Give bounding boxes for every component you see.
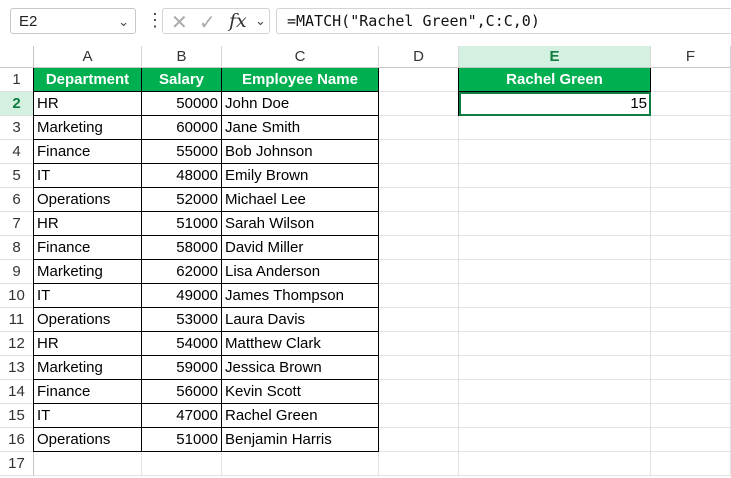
table-cell[interactable]: Jessica Brown	[222, 356, 379, 380]
table-cell[interactable]: 48000	[142, 164, 222, 188]
table-cell[interactable]: Finance	[34, 140, 142, 164]
table-header-cell[interactable]: Employee Name	[222, 68, 379, 92]
gridline-vertical	[458, 68, 459, 476]
function-icon[interactable]: fx	[229, 10, 247, 32]
table-cell[interactable]: 60000	[142, 116, 222, 140]
row-header-5[interactable]: 5	[0, 164, 34, 188]
row-header-7[interactable]: 7	[0, 212, 34, 236]
table-cell[interactable]: 52000	[142, 188, 222, 212]
table-cell[interactable]: 49000	[142, 284, 222, 308]
table-cell[interactable]: Marketing	[34, 260, 142, 284]
table-cell[interactable]: Finance	[34, 380, 142, 404]
table-cell[interactable]: Benjamin Harris	[222, 428, 379, 452]
table-cell[interactable]: John Doe	[222, 92, 379, 116]
enter-icon[interactable]: ✓	[199, 10, 216, 35]
formula-input[interactable]: =MATCH("Rachel Green",C:C,0)	[276, 8, 731, 34]
row-header-4[interactable]: 4	[0, 140, 34, 164]
table-cell[interactable]: David Miller	[222, 236, 379, 260]
table-cell[interactable]: Laura Davis	[222, 308, 379, 332]
column-header-b[interactable]: B	[142, 46, 222, 68]
cancel-icon[interactable]: ✕	[171, 10, 188, 35]
table-cell[interactable]: 55000	[142, 140, 222, 164]
chevron-down-icon[interactable]: ⌄	[255, 13, 266, 29]
table-cell[interactable]: IT	[34, 284, 142, 308]
gridline-horizontal	[34, 475, 731, 476]
row-header-3[interactable]: 3	[0, 116, 34, 140]
table-header-cell[interactable]: Salary	[142, 68, 222, 92]
table-cell[interactable]: James Thompson	[222, 284, 379, 308]
row-header-10[interactable]: 10	[0, 284, 34, 308]
table-cell[interactable]: Operations	[34, 308, 142, 332]
table-cell[interactable]: IT	[34, 164, 142, 188]
formula-buttons: ✕ ✓ fx ⌄	[162, 8, 270, 34]
table-cell[interactable]: Matthew Clark	[222, 332, 379, 356]
table-cell[interactable]: 53000	[142, 308, 222, 332]
table-cell[interactable]: HR	[34, 332, 142, 356]
name-box[interactable]: E2 ⌄	[10, 8, 136, 34]
table-cell[interactable]: Sarah Wilson	[222, 212, 379, 236]
table-cell[interactable]: Emily Brown	[222, 164, 379, 188]
column-header-d[interactable]: D	[379, 46, 459, 68]
column-header-f[interactable]: F	[651, 46, 731, 68]
table-cell[interactable]: Operations	[34, 428, 142, 452]
formula-text[interactable]: =MATCH("Rachel Green",C:C,0)	[287, 12, 540, 30]
table-cell[interactable]: Kevin Scott	[222, 380, 379, 404]
table-cell[interactable]: IT	[34, 404, 142, 428]
table-cell[interactable]: Finance	[34, 236, 142, 260]
table-cell[interactable]: Lisa Anderson	[222, 260, 379, 284]
table-header-cell[interactable]: Department	[34, 68, 142, 92]
column-header-c[interactable]: C	[222, 46, 379, 68]
row-header-8[interactable]: 8	[0, 236, 34, 260]
table-cell[interactable]: 62000	[142, 260, 222, 284]
gridline-vertical	[650, 68, 651, 476]
chevron-down-icon[interactable]: ⌄	[118, 14, 129, 30]
table-cell[interactable]: HR	[34, 212, 142, 236]
select-all-corner[interactable]	[0, 46, 34, 68]
column-header-a[interactable]: A	[34, 46, 142, 68]
row-header-13[interactable]: 13	[0, 356, 34, 380]
table-cell[interactable]: 59000	[142, 356, 222, 380]
row-header-9[interactable]: 9	[0, 260, 34, 284]
row-header-1[interactable]: 1	[0, 68, 34, 92]
table-cell[interactable]: 51000	[142, 212, 222, 236]
row-header-2[interactable]: 2	[0, 92, 34, 116]
table-cell[interactable]: Marketing	[34, 116, 142, 140]
table-cell[interactable]: 54000	[142, 332, 222, 356]
table-cell[interactable]: Michael Lee	[222, 188, 379, 212]
row-header-16[interactable]: 16	[0, 428, 34, 452]
table-cell[interactable]: Bob Johnson	[222, 140, 379, 164]
table-cell[interactable]: 50000	[142, 92, 222, 116]
row-header-17[interactable]: 17	[0, 452, 34, 476]
lookup-result-cell[interactable]: 15	[459, 92, 651, 116]
row-header-14[interactable]: 14	[0, 380, 34, 404]
table-cell[interactable]: 47000	[142, 404, 222, 428]
column-header-e[interactable]: E	[459, 46, 651, 68]
name-box-value[interactable]: E2	[19, 13, 37, 30]
table-cell[interactable]: Rachel Green	[222, 404, 379, 428]
row-header-15[interactable]: 15	[0, 404, 34, 428]
lookup-header-cell[interactable]: Rachel Green	[459, 68, 651, 92]
table-cell[interactable]: Marketing	[34, 356, 142, 380]
table-cell[interactable]: HR	[34, 92, 142, 116]
table-cell[interactable]: Operations	[34, 188, 142, 212]
table-cell[interactable]: 56000	[142, 380, 222, 404]
table-left-border	[33, 68, 34, 452]
table-cell[interactable]: 58000	[142, 236, 222, 260]
row-header-12[interactable]: 12	[0, 332, 34, 356]
row-header-6[interactable]: 6	[0, 188, 34, 212]
table-cell[interactable]: Jane Smith	[222, 116, 379, 140]
row-header-11[interactable]: 11	[0, 308, 34, 332]
formula-bar: E2 ⌄ ⋮ ✕ ✓ fx ⌄ =MATCH("Rachel Green",C:…	[0, 0, 731, 44]
table-left-border	[458, 68, 459, 116]
table-cell[interactable]: 51000	[142, 428, 222, 452]
